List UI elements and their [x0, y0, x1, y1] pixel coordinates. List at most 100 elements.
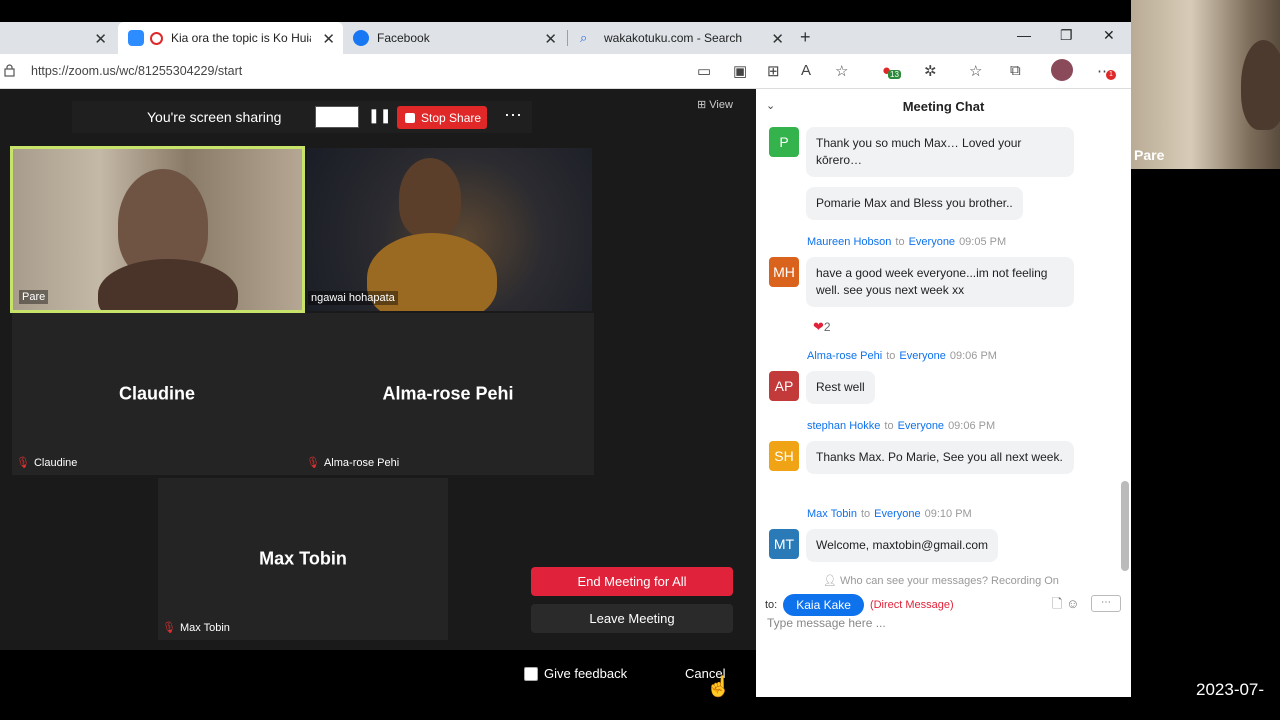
message-header: Alma-rose Pehi to Everyone 09:06 PM [807, 350, 997, 362]
muted-mic-icon: 🎙︎ [16, 457, 30, 469]
pause-share-icon[interactable]: ❚❚ [368, 107, 391, 124]
tab-divider [567, 30, 568, 46]
muted-mic-icon: 🎙︎ [306, 457, 320, 469]
feedback-label: Give feedback [544, 666, 628, 681]
direct-message-label: (Direct Message) [869, 599, 954, 611]
visibility-label: Who can see your messages? Recording On [840, 575, 1059, 587]
view-button[interactable]: ⊞ View [697, 98, 733, 111]
puzzle-icon[interactable]: ✲ [924, 62, 937, 80]
close-window-icon[interactable]: ✕ [1103, 27, 1115, 44]
to-label: to [895, 236, 905, 248]
more-options-icon[interactable]: ⋯ [1091, 595, 1121, 612]
leave-meeting-button[interactable]: Leave Meeting [531, 604, 733, 633]
share-thumbnail [315, 106, 359, 128]
end-meeting-menu: End Meeting for All Leave Meeting [531, 567, 733, 633]
collections-icon[interactable]: ⧉ [1010, 62, 1021, 79]
participant-name: ngawai hohapata [308, 291, 398, 305]
chat-message: have a good week everyone...im not feeli… [806, 257, 1074, 307]
close-icon[interactable]: ✕ [771, 30, 784, 48]
recipient-name[interactable]: Everyone [874, 508, 920, 520]
more-options-icon[interactable]: ⋯ [504, 105, 522, 126]
video-tile-alma-rose[interactable]: Alma-rose Pehi 🎙︎ Alma-rose Pehi [302, 313, 594, 475]
emoji-icon[interactable]: ☺ [1066, 596, 1079, 611]
message-time: 09:06 PM [949, 350, 997, 362]
participant-video [399, 158, 461, 238]
favorites-icon[interactable]: ☆ [969, 62, 982, 80]
heart-icon: ❤ [813, 319, 824, 334]
zoom-favicon-icon [128, 30, 144, 46]
extension-badge: 13 [888, 70, 901, 79]
sender-name[interactable]: Alma-rose Pehi [807, 350, 882, 362]
side-video-pare[interactable]: Pare [1131, 0, 1280, 169]
stop-share-button[interactable]: Stop Share [397, 106, 487, 129]
sender-name[interactable]: Maureen Hobson [807, 236, 891, 248]
video-tile-claudine[interactable]: Claudine 🎙︎ Claudine [12, 313, 302, 475]
close-icon[interactable]: ✕ [322, 30, 335, 48]
lock-icon [4, 64, 15, 77]
meeting-chat-panel: ⌄ Meeting Chat P Thank you so much Max… … [756, 89, 1131, 697]
chat-message: Pomarie Max and Bless you brother.. [806, 187, 1023, 220]
message-time: 09:06 PM [948, 420, 996, 432]
person-icon: 👤︎ [823, 575, 841, 587]
sender-name[interactable]: Max Tobin [807, 508, 857, 520]
favorite-add-icon[interactable]: ☆ [835, 62, 848, 80]
url-field[interactable]: https://zoom.us/wc/81255304229/start [31, 64, 242, 78]
recipient-name[interactable]: Everyone [899, 350, 945, 362]
chat-message: Thank you so much Max… Loved your kōrero… [806, 127, 1074, 177]
close-icon[interactable]: ✕ [544, 30, 557, 48]
feedback-checkbox[interactable] [524, 666, 538, 681]
address-bar: https://zoom.us/wc/81255304229/start ▭ ▣… [0, 54, 1131, 89]
tab-facebook[interactable]: Facebook ✕ [343, 22, 565, 54]
screen-share-toolbar: You're screen sharing ❚❚ Stop Share ⋯ [72, 101, 532, 133]
extension-icon[interactable]: ● 13 [882, 62, 901, 79]
avatar: P [769, 127, 799, 157]
minimize-icon[interactable]: — [1017, 27, 1031, 43]
message-time: 09:10 PM [924, 508, 972, 520]
to-label: to: [765, 599, 778, 611]
message-visibility-info[interactable]: 👤︎ Who can see your messages? Recording … [823, 574, 1059, 587]
to-label: to [886, 350, 896, 362]
video-tile-max-tobin[interactable]: Max Tobin 🎙︎ Max Tobin [158, 478, 448, 640]
give-feedback-option[interactable]: Give feedback [524, 666, 627, 681]
participant-name: Alma-rose Pehi [323, 456, 400, 469]
video-tile-pare[interactable]: Pare [10, 146, 305, 313]
avatar: MH [769, 257, 799, 287]
tab-0[interactable]: ✕ [0, 22, 115, 54]
video-tile-ngawai[interactable]: ngawai hohapata [307, 148, 592, 311]
notification-badge: 1 [1106, 70, 1116, 80]
chat-message: Rest well [806, 371, 875, 404]
new-tab-icon[interactable]: + [800, 27, 811, 48]
reaction-count: 2 [823, 320, 831, 334]
profile-avatar[interactable] [1051, 59, 1073, 81]
more-menu-icon[interactable]: ⋯ 1 [1097, 62, 1116, 80]
participant-display-name: Max Tobin [259, 548, 347, 569]
participant-body [98, 259, 238, 310]
tab-label: Facebook [377, 31, 430, 45]
cast-icon[interactable]: ▣ [733, 62, 747, 80]
message-header: Maureen Hobson to Everyone 09:05 PM [807, 236, 1006, 248]
sender-name[interactable]: stephan Hokke [807, 420, 880, 432]
recipient-name[interactable]: Everyone [909, 236, 955, 248]
restore-icon[interactable]: ❐ [1060, 27, 1073, 44]
participant-name: Max Tobin [179, 621, 230, 634]
end-meeting-for-all-button[interactable]: End Meeting for All [531, 567, 733, 596]
tab-search[interactable]: ⌕ wakakotuku.com - Search ✕ [570, 22, 792, 54]
tab-active-zoom[interactable]: Kia ora the topic is Ko Huia ✕ [118, 22, 343, 54]
apps-icon[interactable]: ⊞ [767, 62, 780, 80]
to-label: to [860, 508, 871, 520]
participant-name: Pare [1134, 147, 1165, 163]
recipient-name[interactable]: Everyone [898, 420, 944, 432]
message-header: stephan Hokke to Everyone 09:06 PM [807, 420, 995, 432]
stop-icon [405, 112, 415, 123]
chat-message-input[interactable]: Type message here ... [767, 616, 886, 630]
chat-scrollbar[interactable] [1121, 481, 1129, 571]
read-aloud-icon[interactable]: A [801, 62, 811, 79]
reaction[interactable]: ❤2 [813, 319, 831, 335]
camera-icon[interactable]: ▭ [697, 62, 711, 80]
file-icon[interactable]: 🗋 [1052, 596, 1062, 611]
recording-timestamp: 2023-07- [1196, 680, 1265, 699]
recipient-row: to: Kaia Kake (Direct Message) [765, 594, 954, 616]
close-icon[interactable]: ✕ [94, 30, 107, 48]
sharing-status: You're screen sharing [147, 109, 282, 125]
recipient-selector[interactable]: Kaia Kake [783, 594, 864, 616]
